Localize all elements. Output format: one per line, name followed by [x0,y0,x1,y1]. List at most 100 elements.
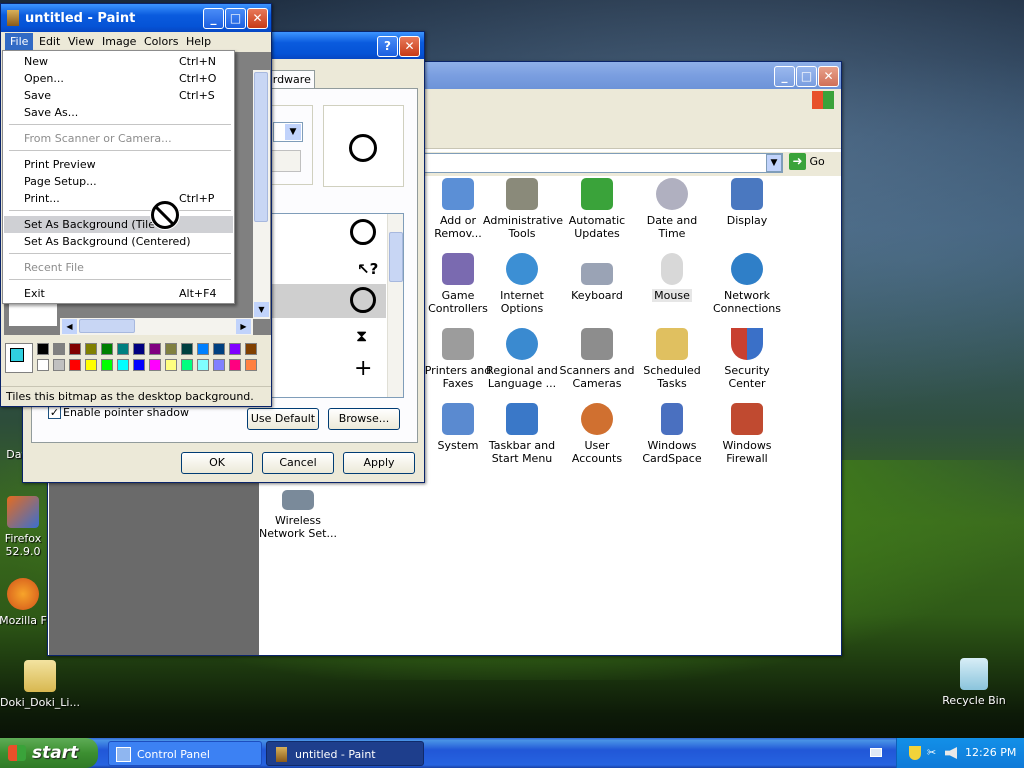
menu-item-print[interactable]: Print... Ctrl+P [4,190,233,207]
palette-swatch[interactable] [37,343,49,355]
minimize-button[interactable]: _ [203,8,224,29]
palette-swatch[interactable] [133,343,145,355]
menu-file[interactable]: File [5,33,34,50]
menu-edit[interactable]: Edit [39,32,60,51]
palette-swatch[interactable] [53,343,65,355]
cp-keyboard[interactable]: Keyboard [558,253,636,302]
palette-swatch[interactable] [53,359,65,371]
cursor-row-precision[interactable]: + [264,352,386,386]
use-default-button[interactable]: Use Default [247,408,319,430]
cp-display[interactable]: Display [708,178,786,227]
palette-swatch[interactable] [85,343,97,355]
palette-swatch[interactable] [213,343,225,355]
palette-swatch[interactable] [197,359,209,371]
palette-swatch[interactable] [245,343,257,355]
cp-mouse[interactable]: Mouse [633,253,711,302]
cursor-row-unavailable[interactable] [264,214,386,250]
cp-taskbar-start[interactable]: Taskbar and Start Menu [483,403,561,465]
palette-swatch[interactable] [165,343,177,355]
security-shield-icon[interactable] [909,746,921,760]
maximize-button[interactable]: □ [796,66,817,87]
cursor-list[interactable]: ↖? ⧗ + [263,213,404,398]
cp-windows-firewall[interactable]: Windows Firewall [708,403,786,465]
palette-swatch[interactable] [149,359,161,371]
desktop-icon-recycle-bin[interactable]: Recycle Bin [934,658,1014,707]
start-button[interactable]: start [0,738,98,768]
task-paint[interactable]: untitled - Paint [266,741,424,766]
cp-regional-language[interactable]: Regional and Language ... [483,328,561,390]
scroll-thumb[interactable] [254,72,268,222]
address-input[interactable] [423,153,783,173]
palette-swatch[interactable] [229,343,241,355]
palette-swatch[interactable] [101,359,113,371]
cursor-row-help[interactable]: ↖? [264,250,386,284]
cp-date-time[interactable]: Date and Time [633,178,711,240]
keyboard-tray-icon[interactable] [870,748,882,757]
scroll-right-button[interactable]: ▶ [236,319,251,334]
menu-item-new[interactable]: New Ctrl+N [4,53,233,70]
menu-item-set-background-tiled[interactable]: Set As Background (Tiled) [4,216,233,233]
horizontal-scrollbar[interactable]: ◀ ▶ [60,318,253,335]
ok-button[interactable]: OK [181,452,253,474]
cursor-list-scrollbar[interactable] [387,214,403,397]
network-icon[interactable]: ✂ [927,747,941,759]
palette-swatch[interactable] [117,343,129,355]
minimize-button[interactable]: _ [774,66,795,87]
address-dropdown-button[interactable]: ▼ [766,154,782,172]
close-button[interactable]: ✕ [399,36,420,57]
palette-swatch[interactable] [101,343,113,355]
cp-user-accounts[interactable]: User Accounts [558,403,636,465]
palette-swatch[interactable] [213,359,225,371]
save-as-button-partial[interactable] [271,150,301,172]
go-button[interactable]: ➜ Go [789,153,835,173]
scroll-down-button[interactable]: ▼ [254,302,269,317]
current-colors[interactable] [5,343,33,373]
scroll-thumb[interactable] [389,232,403,282]
cp-windows-cardspace[interactable]: Windows CardSpace [633,403,711,465]
palette-swatch[interactable] [181,343,193,355]
cp-wireless-network[interactable]: Wireless Network Set... [259,478,337,540]
cp-admin-tools[interactable]: Administrative Tools [483,178,563,240]
menu-colors[interactable]: Colors [144,32,178,51]
task-control-panel[interactable]: Control Panel [108,741,262,766]
paint-titlebar[interactable]: untitled - Paint _ □ ✕ [1,4,271,32]
cancel-button[interactable]: Cancel [262,452,334,474]
palette-swatch[interactable] [85,359,97,371]
palette-swatch[interactable] [133,359,145,371]
menu-view[interactable]: View [68,32,94,51]
scheme-dropdown[interactable]: ▼ [273,122,303,142]
menu-image[interactable]: Image [102,32,136,51]
cp-network-connections[interactable]: Network Connections [708,253,786,315]
palette-swatch[interactable] [197,343,209,355]
palette-swatch[interactable] [69,359,81,371]
palette-swatch[interactable] [245,359,257,371]
cursor-row-selected[interactable] [264,284,386,318]
palette-swatch[interactable] [37,359,49,371]
cp-automatic-updates[interactable]: Automatic Updates [558,178,636,240]
help-button[interactable]: ? [377,36,398,57]
scroll-left-button[interactable]: ◀ [62,319,77,334]
cp-security-center[interactable]: Security Center [708,328,786,390]
palette-swatch[interactable] [69,343,81,355]
menu-item-page-setup[interactable]: Page Setup... [4,173,233,190]
cp-scheduled-tasks[interactable]: Scheduled Tasks [633,328,711,390]
palette-swatch[interactable] [229,359,241,371]
menu-item-save[interactable]: Save Ctrl+S [4,87,233,104]
menu-item-print-preview[interactable]: Print Preview [4,156,233,173]
cp-scanners-cameras[interactable]: Scanners and Cameras [558,328,636,390]
menu-item-open[interactable]: Open... Ctrl+O [4,70,233,87]
menu-item-exit[interactable]: Exit Alt+F4 [4,285,233,302]
menu-item-set-background-centered[interactable]: Set As Background (Centered) [4,233,233,250]
palette-swatch[interactable] [149,343,161,355]
browse-button[interactable]: Browse... [328,408,400,430]
close-button[interactable]: ✕ [247,8,268,29]
menu-help[interactable]: Help [186,32,211,51]
maximize-button[interactable]: □ [225,8,246,29]
apply-button[interactable]: Apply [343,452,415,474]
close-button[interactable]: ✕ [818,66,839,87]
palette-swatch[interactable] [181,359,193,371]
palette-swatch[interactable] [165,359,177,371]
volume-icon[interactable] [945,747,957,759]
cursor-row-busy[interactable]: ⧗ [264,318,386,352]
vertical-scrollbar[interactable]: ▼ [253,70,270,319]
